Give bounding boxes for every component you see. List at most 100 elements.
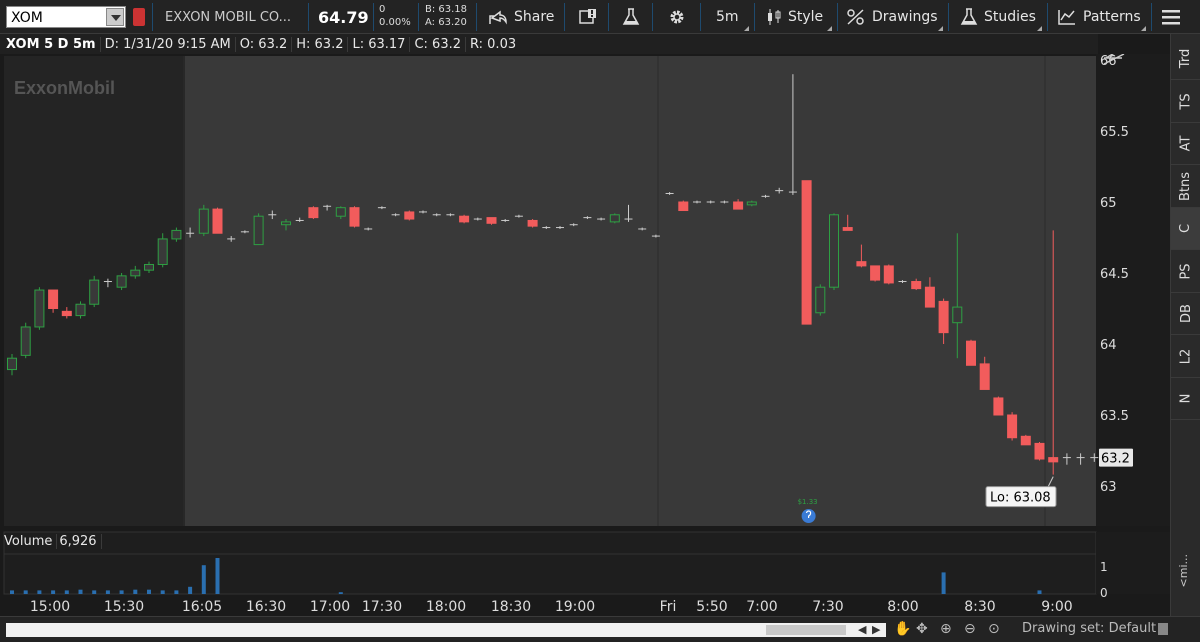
candle-body <box>75 303 86 317</box>
volume-bar <box>1037 590 1042 594</box>
time-tick-label: 5:50 <box>696 599 727 615</box>
menu-button[interactable] <box>1162 0 1180 34</box>
timeframe-button[interactable]: 5m <box>716 0 739 34</box>
share-label: Share <box>514 9 555 25</box>
volume-bar <box>147 589 151 594</box>
candle-body <box>966 340 976 366</box>
candle-body <box>253 215 264 246</box>
symbol-dropdown-button[interactable] <box>106 8 124 26</box>
bar-high: H: 63.2 <box>296 36 349 52</box>
collapsed-panel-label[interactable]: <mi... <box>1177 554 1190 587</box>
style-button[interactable]: Style <box>766 0 823 34</box>
timeframe-label: 5m <box>716 9 739 25</box>
studies-label: Studies <box>984 9 1036 25</box>
studies-button[interactable]: Studies <box>960 0 1036 34</box>
sidebar-tab-c[interactable]: C <box>1171 208 1200 250</box>
share-icon <box>488 8 508 26</box>
price-tick-label: 65 <box>1100 196 1117 211</box>
ask-price: A: 63.20 <box>425 17 467 28</box>
time-tick-label: 17:00 <box>310 599 350 615</box>
scroll-left-arrow-icon[interactable]: ◀ <box>858 623 866 636</box>
candle-body <box>856 261 867 267</box>
patterns-button[interactable]: Patterns <box>1057 0 1141 34</box>
candle-body <box>678 201 689 212</box>
toolbar-divider <box>564 3 565 31</box>
time-tick-label: 15:30 <box>104 599 144 615</box>
candle-body <box>157 238 168 265</box>
volume-label: Volume <box>4 534 58 549</box>
zoom-in-icon[interactable]: ⊕ <box>940 621 952 637</box>
bar-open: O: 63.2 <box>240 36 293 52</box>
sidebar-tab-btns[interactable]: Btns <box>1171 166 1200 208</box>
pan-icon[interactable]: ✥ <box>916 621 928 637</box>
candle-body <box>527 219 538 227</box>
drawings-menu-corner <box>938 26 943 31</box>
candle-body <box>61 310 72 317</box>
drag-hand-icon[interactable]: ✋ <box>894 621 911 637</box>
drawings-button[interactable]: Drawings <box>846 0 938 34</box>
toolbar-divider <box>652 3 653 31</box>
drawing-set-label[interactable]: Drawing set: Default <box>1022 621 1156 636</box>
volume-tick-label: 1 <box>1100 560 1108 574</box>
volume-bar <box>174 590 179 594</box>
drawings-label: Drawings <box>872 9 938 25</box>
time-tick-label: 15:00 <box>30 599 70 615</box>
toolbar-divider <box>608 3 609 31</box>
sidebar-tab-db[interactable]: DB <box>1171 293 1200 335</box>
candle-body <box>7 357 17 371</box>
event-marker-label: $1.33 <box>798 498 818 506</box>
volume-bar <box>188 586 193 594</box>
patterns-menu-corner <box>1141 26 1146 31</box>
candle-body <box>89 279 100 305</box>
price-tick-label: 64 <box>1100 338 1117 353</box>
settings-button[interactable] <box>668 0 686 34</box>
candle-body <box>212 208 223 234</box>
flask-button[interactable] <box>622 0 640 34</box>
sidebar-tab-ps[interactable]: PS <box>1171 251 1200 293</box>
candle-body <box>733 201 744 210</box>
candle-body <box>883 265 894 284</box>
share-button[interactable]: Share <box>488 0 554 34</box>
sidebar-tab-at[interactable]: AT <box>1171 123 1200 165</box>
sidebar-tab-label: TS <box>1178 92 1194 110</box>
flask-icon <box>622 7 640 27</box>
candle-body <box>34 289 45 328</box>
candle-body <box>993 397 1004 416</box>
scrollbar-thumb[interactable] <box>766 625 846 635</box>
right-sidebar: Trd TS AT Btns C PS DB L2 N <mi... <box>1170 34 1200 616</box>
scroll-right-arrow-icon[interactable]: ▶ <box>872 623 880 636</box>
toolbar-divider <box>948 3 949 31</box>
toolbar-divider <box>308 3 309 31</box>
sidebar-tab-ts[interactable]: TS <box>1171 81 1200 123</box>
volume-value: 6,926 <box>59 534 102 549</box>
time-scrollbar[interactable]: ◀ ▶ <box>6 623 886 637</box>
zoom-out-icon[interactable]: ⊖ <box>964 621 976 637</box>
candle-body <box>349 207 360 227</box>
volume-tick-label: 0 <box>1100 586 1108 600</box>
patterns-label: Patterns <box>1083 9 1141 25</box>
zoom-reset-icon[interactable]: ⊙ <box>988 621 1000 637</box>
link-color-button[interactable] <box>133 8 145 26</box>
price-chart[interactable]: ExxonMobil6363.56464.56565.56663.2Lo: 63… <box>0 54 1170 616</box>
time-tick-label: 16:05 <box>182 599 222 615</box>
candle-body <box>842 227 853 231</box>
alert-button[interactable] <box>578 0 598 34</box>
toolbar-divider <box>1047 3 1048 31</box>
volume-bar <box>201 565 206 594</box>
toolbar-divider <box>418 3 419 31</box>
studies-flask-icon <box>960 7 978 27</box>
volume-bar <box>105 590 110 594</box>
sidebar-tab-n[interactable]: N <box>1171 378 1200 420</box>
sidebar-tab-label: PS <box>1178 262 1194 280</box>
volume-bar <box>64 590 69 594</box>
candle-body <box>308 207 319 219</box>
timeframe-menu-corner <box>744 26 749 31</box>
candle-body <box>911 281 922 290</box>
candle-body <box>144 263 154 271</box>
gear-icon <box>668 8 686 26</box>
toolbar: XOM EXXON MOBIL CO... 64.79 0 0.00% B: 6… <box>0 0 1200 34</box>
sidebar-tab-trd[interactable]: Trd <box>1171 38 1200 80</box>
drawing-set-dropdown-icon[interactable] <box>1158 623 1168 635</box>
sidebar-tab-l2[interactable]: L2 <box>1171 336 1200 378</box>
candle-body <box>116 275 127 288</box>
